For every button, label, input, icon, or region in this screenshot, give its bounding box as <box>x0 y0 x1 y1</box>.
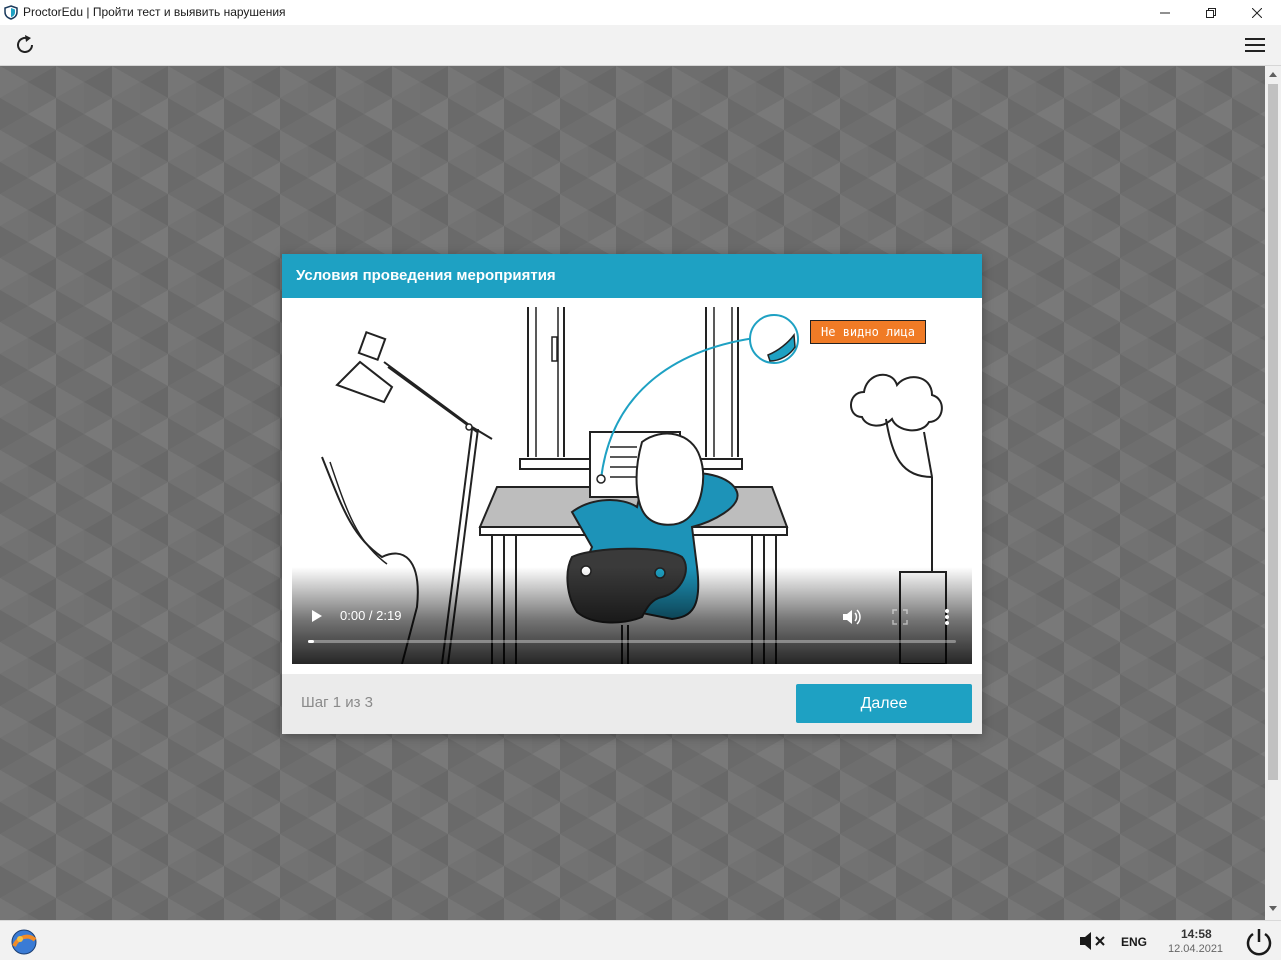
volume-mute-icon[interactable] <box>1078 930 1108 952</box>
hamburger-menu-icon[interactable] <box>1243 34 1267 56</box>
window-titlebar: ProctorEdu | Пройти тест и выявить наруш… <box>0 0 1281 25</box>
video-progress-bar[interactable] <box>308 640 956 643</box>
reload-icon[interactable] <box>13 33 37 57</box>
browser-toolbar <box>0 25 1281 66</box>
window-title: ProctorEdu | Пройти тест и выявить наруш… <box>23 5 286 19</box>
scrollbar-thumb[interactable] <box>1268 84 1278 780</box>
language-indicator[interactable]: ENG <box>1121 935 1147 949</box>
minimize-button[interactable] <box>1142 0 1188 25</box>
minimize-icon <box>1160 12 1170 13</box>
shield-icon <box>4 5 18 20</box>
more-options-icon[interactable] <box>944 607 950 627</box>
next-button[interactable]: Далее <box>796 684 972 723</box>
close-button[interactable] <box>1234 0 1280 25</box>
scroll-up-icon[interactable] <box>1269 72 1277 77</box>
video-time: 0:00 / 2:19 <box>340 608 402 623</box>
taskbar: ENG 14:58 12.04.2021 <box>0 920 1281 960</box>
play-icon[interactable] <box>310 608 324 624</box>
fullscreen-icon[interactable] <box>892 609 908 625</box>
start-icon[interactable] <box>9 928 39 956</box>
dialog-title: Условия проведения мероприятия <box>296 267 556 284</box>
step-indicator: Шаг 1 из 3 <box>301 694 374 711</box>
no-face-label: Не видно лица <box>810 320 926 344</box>
dialog-header: Условия проведения мероприятия <box>282 254 982 298</box>
conditions-dialog: Условия проведения мероприятия Не видно … <box>282 254 982 734</box>
clock-time: 14:58 <box>1181 927 1212 941</box>
restore-icon <box>1206 7 1216 18</box>
video-player[interactable]: Не видно лица 0:00 / 2:19 <box>292 307 972 664</box>
volume-icon[interactable] <box>842 608 862 626</box>
scroll-down-icon[interactable] <box>1269 906 1277 911</box>
video-progress-fill <box>308 640 315 643</box>
power-icon[interactable] <box>1243 926 1275 958</box>
clock-date: 12.04.2021 <box>1168 943 1224 955</box>
close-icon <box>1252 7 1262 18</box>
vertical-scrollbar[interactable] <box>1265 66 1281 920</box>
dialog-footer: Шаг 1 из 3 Далее <box>282 674 982 734</box>
restore-button[interactable] <box>1188 0 1234 25</box>
